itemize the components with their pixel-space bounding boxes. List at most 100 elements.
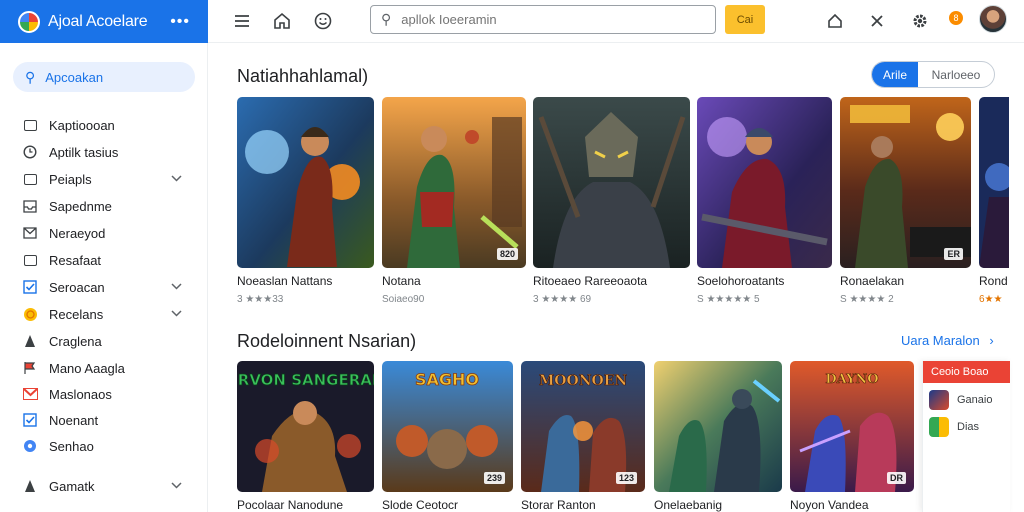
game-card[interactable]: Onelaebanig — [654, 361, 782, 512]
sidebar-item-3[interactable]: Peiapls — [22, 168, 198, 190]
search-bar[interactable]: ⚲ — [370, 5, 716, 34]
game-card[interactable]: SAGHO 239 Slode Ceotocr — [382, 361, 513, 512]
user-avatar[interactable] — [979, 5, 1007, 33]
game-thumbnail[interactable]: DAYNO DR — [790, 361, 914, 492]
sidebar-item-4[interactable]: Sapednme — [22, 195, 198, 217]
inbox-icon — [22, 198, 38, 214]
game-thumbnail[interactable] — [654, 361, 782, 492]
game-card[interactable]: Rond 6★★ — [979, 97, 1009, 305]
game-badge: 239 — [483, 472, 505, 484]
emoji-icon[interactable] — [311, 9, 335, 33]
notification-badge[interactable]: 8 — [949, 11, 963, 25]
sidebar-item-label: Craglena — [49, 333, 102, 349]
view-toggle[interactable]: Arile Narloeeo — [871, 61, 995, 88]
app-brand[interactable]: Ajoal Acoelare ••• — [0, 0, 208, 43]
sidebar-item-label: Aptilk tasius — [49, 144, 119, 160]
sidebar-item-9[interactable]: Craglena — [22, 330, 198, 352]
search-icon: ⚲ — [25, 68, 36, 85]
game-title: Ronaelakan — [840, 274, 905, 288]
sidebar-item-label: Kaptioooan — [49, 117, 115, 133]
game-card[interactable]: 820 Notana Soiaeo90 — [382, 97, 526, 305]
game-thumbnail[interactable]: SAGHO 239 — [382, 361, 513, 492]
chevron-down-icon[interactable] — [171, 281, 182, 293]
game-card[interactable]: Ritoeaeo Rareeoaota 3 ★★★★ 69 — [533, 97, 690, 305]
game-card[interactable]: Noeaslan Nattans 3 ★★★33 — [237, 97, 374, 305]
sidebar-item-14[interactable]: Gamatk — [22, 475, 198, 497]
chevron-down-icon[interactable] — [171, 173, 182, 185]
sidebar-item-6[interactable]: Resafaat — [22, 249, 198, 271]
sidebar-item-13[interactable]: Senhao — [22, 435, 198, 457]
game-title: Storar Ranton — [521, 498, 596, 512]
mail-icon — [22, 225, 38, 241]
flag-icon — [22, 360, 38, 376]
sidebar-item-5[interactable]: Neraeyod — [22, 222, 198, 244]
sidebar-item-2[interactable]: Aptilk tasius — [22, 141, 198, 163]
home-icon[interactable] — [270, 9, 294, 33]
popup-item-label: Dias — [957, 421, 980, 433]
chevron-down-icon[interactable] — [171, 308, 182, 320]
popup-item[interactable]: Ganaio — [923, 383, 1010, 410]
sidebar-item-label: Maslonaos — [49, 386, 112, 402]
game-rating: 6★★ — [979, 294, 1003, 305]
game-title: Soelohoroatants — [697, 274, 785, 288]
sidebar-item-8[interactable]: Recelans — [22, 303, 198, 325]
game-card[interactable]: ER Ronaelakan S ★★★★ 2 — [840, 97, 971, 305]
more-options-icon[interactable]: ••• — [170, 13, 190, 31]
game-rating: 3 ★★★★ 69 — [533, 294, 592, 305]
sidebar-item-label: Mano Aaagla — [49, 360, 125, 376]
sidebar-item-12[interactable]: Noenant — [22, 409, 198, 431]
view-more-link[interactable]: Uara Maralon › — [901, 333, 994, 348]
toggle-option-inactive[interactable]: Narloeeo — [918, 62, 994, 87]
x-icon[interactable] — [865, 9, 889, 33]
sidebar-search-label: Apcoakan — [45, 69, 104, 85]
gmail-icon — [22, 386, 38, 402]
search-input[interactable] — [401, 12, 702, 27]
popup-item-label: Ganaio — [957, 394, 993, 406]
sidebar-item-label: Recelans — [49, 306, 104, 322]
game-card[interactable]: DAYNO DR Noyon Vandea — [790, 361, 914, 512]
app-title: Ajoal Acoelare — [48, 12, 148, 30]
sidebar-item-10[interactable]: Mano Aaagla — [22, 357, 198, 379]
app-icon — [929, 390, 949, 410]
upload-icon[interactable] — [823, 9, 847, 33]
check-box-icon — [22, 279, 38, 295]
game-thumbnail[interactable] — [697, 97, 832, 268]
chevron-down-icon[interactable] — [171, 480, 182, 492]
game-title: Rond — [979, 274, 1008, 288]
game-card[interactable]: MOONOEN 123 Storar Ranton — [521, 361, 645, 512]
sidebar-item-label: Peiapls — [49, 171, 92, 187]
yellow-action-button[interactable]: Cai — [725, 5, 765, 34]
game-title: Noyon Vandea — [790, 498, 869, 512]
game-thumbnail[interactable]: MOONOEN 123 — [521, 361, 645, 492]
sidebar-item-label: Resafaat — [49, 252, 102, 268]
person-icon — [22, 478, 38, 494]
box-icon — [22, 171, 38, 187]
sidebar-item-label: Sapednme — [49, 198, 112, 214]
toggle-option-active[interactable]: Arile — [872, 62, 918, 87]
game-thumbnail[interactable]: 820 — [382, 97, 526, 268]
settings-icon[interactable] — [908, 9, 932, 33]
section-title-featured: Natiahhahlamal) — [237, 66, 369, 86]
popup-item[interactable]: Dias — [923, 410, 1010, 437]
sidebar-item-label: Gamatk — [49, 478, 95, 494]
game-card[interactable]: Soelohoroatants S ★★★★★ 5 — [697, 97, 832, 305]
search-icon: ⚲ — [381, 11, 392, 27]
game-thumbnail[interactable] — [979, 97, 1009, 268]
side-popup: Ceoio Boao Ganaio Dias — [922, 361, 1010, 512]
game-title: Onelaebanig — [654, 498, 723, 512]
game-thumbnail[interactable] — [237, 97, 374, 268]
game-card[interactable]: SURVON SANGERANS Pocolaar Nanodune — [237, 361, 374, 512]
check-box-icon — [22, 412, 38, 428]
menu-icon[interactable] — [230, 9, 254, 33]
view-more-label: Uara Maralon — [901, 333, 980, 348]
popup-header-button[interactable]: Ceoio Boao — [923, 361, 1010, 383]
sidebar-item-1[interactable]: Kaptioooan — [22, 114, 198, 136]
game-logo-text: DAYNO — [825, 372, 878, 387]
sidebar-item-11[interactable]: Maslonaos — [22, 383, 198, 405]
sidebar: ⚲ Apcoakan Kaptioooan Aptilk tasius Peia… — [0, 43, 208, 512]
game-thumbnail[interactable]: ER — [840, 97, 971, 268]
game-thumbnail[interactable]: SURVON SANGERANS — [237, 361, 374, 492]
sidebar-search-button[interactable]: ⚲ Apcoakan — [13, 62, 195, 92]
game-thumbnail[interactable] — [533, 97, 690, 268]
sidebar-item-7[interactable]: Seroacan — [22, 276, 198, 298]
